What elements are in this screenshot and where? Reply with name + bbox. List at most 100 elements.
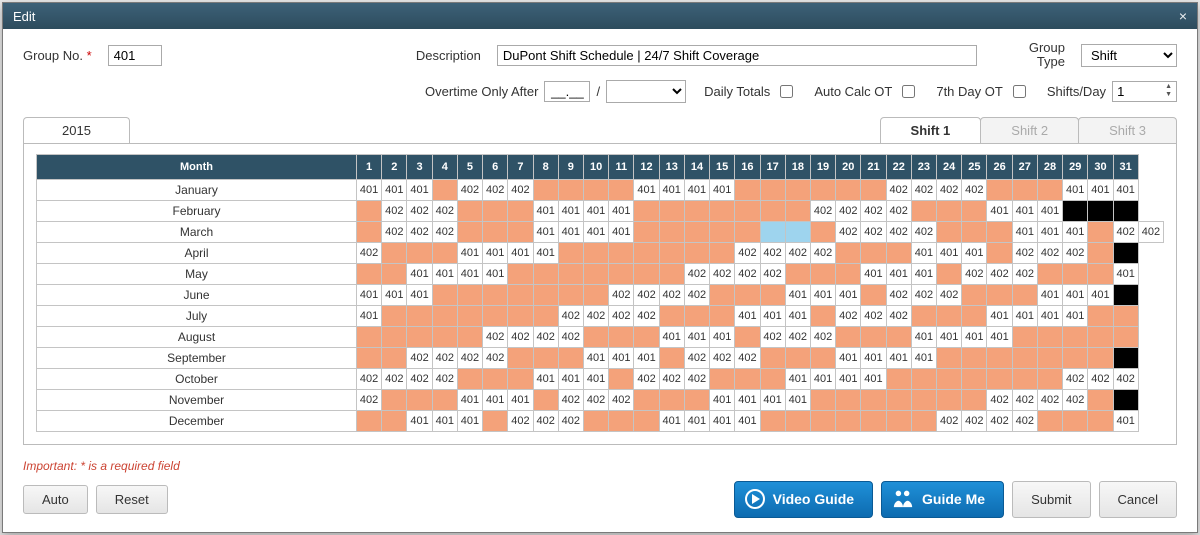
schedule-cell[interactable]: 402 [1063,389,1088,410]
schedule-cell[interactable] [937,368,962,389]
schedule-cell[interactable] [1063,263,1088,284]
ot-after-input[interactable] [544,81,590,102]
schedule-cell[interactable]: 401 [357,284,382,305]
schedule-cell[interactable]: 402 [886,179,911,200]
schedule-cell[interactable] [457,326,482,347]
schedule-cell[interactable] [407,326,432,347]
schedule-cell[interactable]: 401 [710,389,735,410]
schedule-cell[interactable]: 402 [432,368,457,389]
schedule-cell[interactable]: 402 [886,284,911,305]
schedule-cell[interactable] [609,179,634,200]
schedule-cell[interactable] [583,179,608,200]
schedule-cell[interactable] [357,200,382,221]
schedule-cell[interactable]: 401 [508,389,533,410]
schedule-cell[interactable]: 401 [962,326,987,347]
schedule-cell[interactable] [1037,263,1062,284]
schedule-cell[interactable]: 401 [710,410,735,431]
schedule-cell[interactable] [710,284,735,305]
schedule-cell[interactable] [684,305,709,326]
schedule-cell[interactable] [1012,179,1037,200]
schedule-cell[interactable]: 402 [911,221,936,242]
schedule-cell[interactable]: 402 [962,263,987,284]
group-no-input[interactable] [108,45,162,66]
schedule-cell[interactable] [634,200,659,221]
schedule-cell[interactable]: 402 [810,326,835,347]
schedule-cell[interactable] [911,200,936,221]
schedule-cell[interactable]: 401 [1063,179,1088,200]
schedule-cell[interactable]: 402 [1113,221,1138,242]
schedule-cell[interactable]: 401 [457,242,482,263]
schedule-cell[interactable]: 402 [735,263,760,284]
schedule-cell[interactable] [357,347,382,368]
schedule-cell[interactable]: 402 [659,368,684,389]
description-input[interactable] [497,45,977,66]
guide-me-button[interactable]: Guide Me [881,481,1004,518]
shifts-day-spinner[interactable]: ▲ ▼ [1112,81,1177,102]
schedule-cell[interactable] [558,263,583,284]
schedule-cell[interactable]: 402 [508,410,533,431]
schedule-cell[interactable]: 402 [432,200,457,221]
schedule-cell[interactable]: 401 [911,242,936,263]
schedule-cell[interactable]: 402 [937,410,962,431]
schedule-cell[interactable]: 402 [483,347,508,368]
shifts-day-input[interactable] [1113,82,1161,101]
schedule-cell[interactable]: 402 [836,221,861,242]
schedule-cell[interactable]: 401 [836,284,861,305]
schedule-cell[interactable] [357,326,382,347]
schedule-cell[interactable]: 401 [760,389,785,410]
spinner-down-icon[interactable]: ▼ [1161,91,1176,99]
schedule-cell[interactable] [583,410,608,431]
schedule-cell[interactable] [558,347,583,368]
schedule-cell[interactable]: 401 [558,200,583,221]
schedule-cell[interactable]: 402 [911,179,936,200]
schedule-cell[interactable] [508,263,533,284]
schedule-cell[interactable]: 402 [533,410,558,431]
schedule-cell[interactable]: 402 [1063,368,1088,389]
schedule-cell[interactable] [634,326,659,347]
schedule-cell[interactable] [1037,347,1062,368]
reset-button[interactable]: Reset [96,485,168,514]
schedule-cell[interactable] [785,347,810,368]
schedule-cell[interactable]: 401 [583,200,608,221]
schedule-cell[interactable] [962,368,987,389]
schedule-cell[interactable] [1012,284,1037,305]
schedule-cell[interactable]: 402 [886,305,911,326]
schedule-cell[interactable]: 401 [911,347,936,368]
schedule-cell[interactable]: 401 [1088,284,1113,305]
schedule-cell[interactable] [1012,347,1037,368]
schedule-cell[interactable]: 402 [861,305,886,326]
schedule-cell[interactable]: 402 [861,221,886,242]
schedule-cell[interactable] [533,284,558,305]
schedule-cell[interactable] [357,263,382,284]
schedule-cell[interactable] [1037,410,1062,431]
schedule-cell[interactable] [382,242,407,263]
schedule-cell[interactable] [583,284,608,305]
schedule-cell[interactable] [861,242,886,263]
schedule-cell[interactable]: 401 [886,347,911,368]
schedule-cell[interactable] [886,368,911,389]
seventh-day-checkbox[interactable] [1013,85,1026,98]
schedule-cell[interactable] [659,263,684,284]
schedule-cell[interactable] [810,179,835,200]
schedule-cell[interactable]: 402 [558,389,583,410]
schedule-cell[interactable] [911,389,936,410]
schedule-cell[interactable]: 401 [407,410,432,431]
schedule-cell[interactable] [710,368,735,389]
schedule-cell[interactable] [659,200,684,221]
schedule-cell[interactable] [987,284,1012,305]
schedule-cell[interactable] [432,242,457,263]
schedule-cell[interactable] [1063,200,1088,221]
schedule-cell[interactable] [609,326,634,347]
schedule-cell[interactable]: 401 [357,179,382,200]
schedule-cell[interactable] [911,410,936,431]
schedule-cell[interactable] [1113,326,1138,347]
schedule-cell[interactable] [684,200,709,221]
schedule-cell[interactable] [760,368,785,389]
schedule-cell[interactable] [937,347,962,368]
schedule-cell[interactable]: 401 [1113,179,1138,200]
schedule-cell[interactable] [735,200,760,221]
schedule-cell[interactable] [1113,200,1138,221]
schedule-cell[interactable]: 402 [684,347,709,368]
schedule-cell[interactable] [457,284,482,305]
schedule-cell[interactable]: 401 [357,305,382,326]
